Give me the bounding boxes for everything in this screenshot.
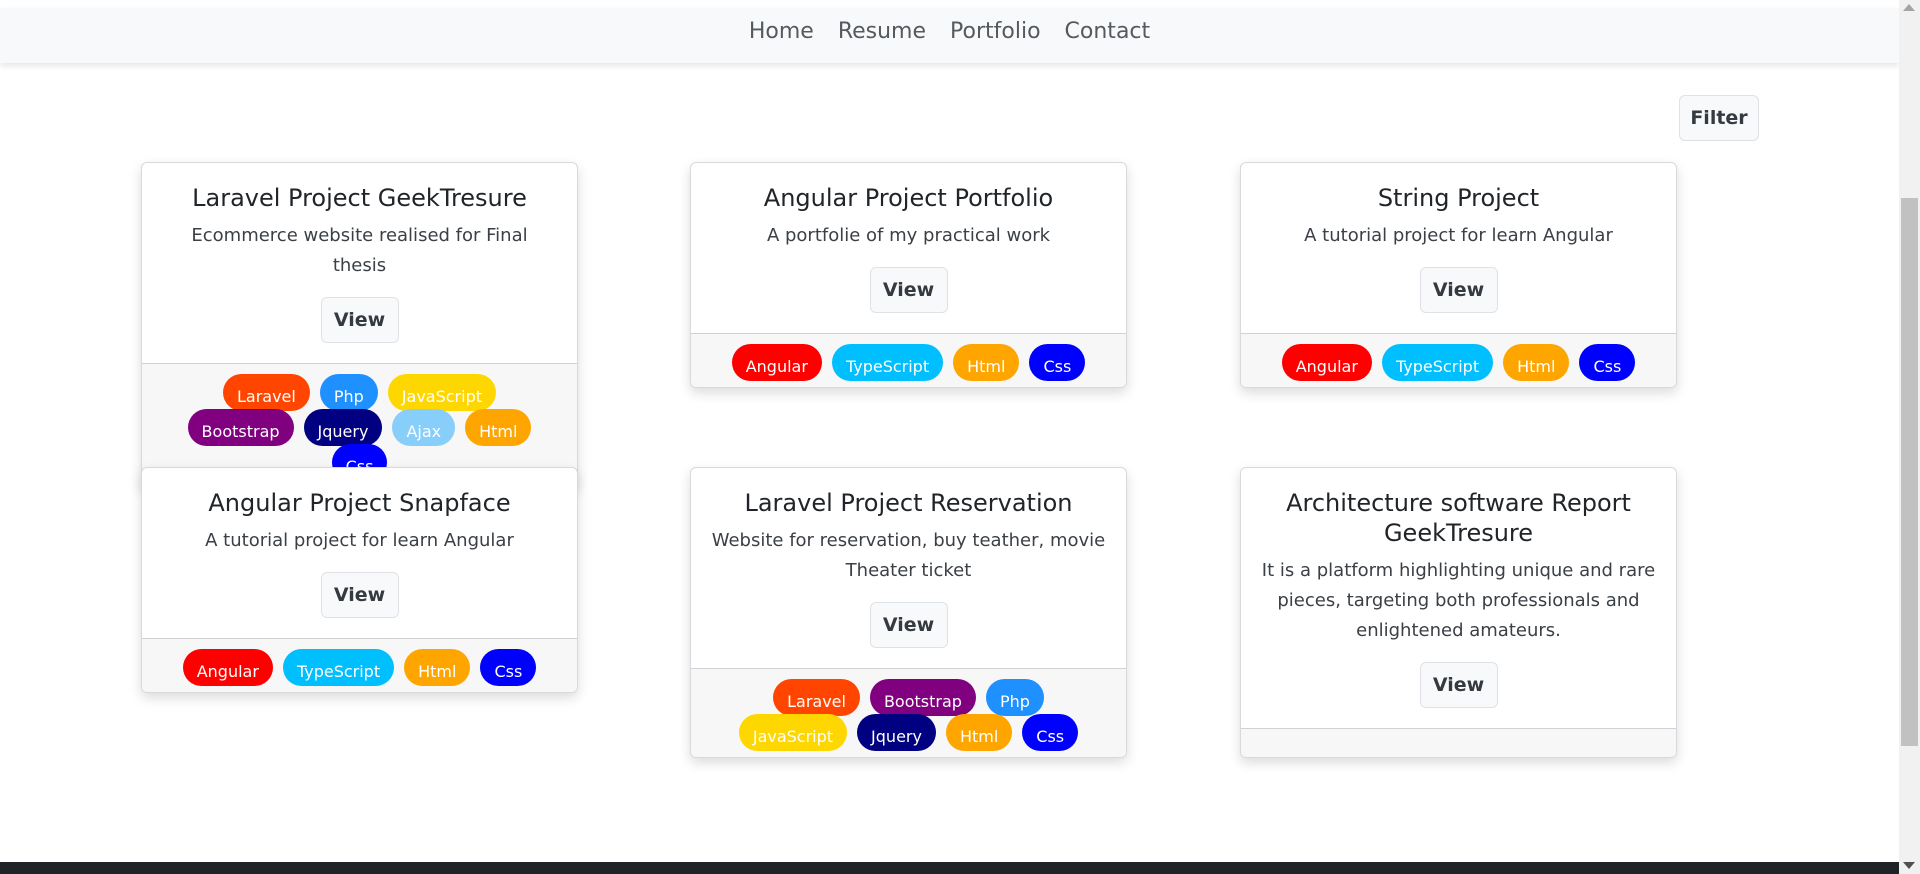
nav-link-resume[interactable]: Resume bbox=[836, 19, 928, 44]
view-button[interactable]: View bbox=[869, 267, 948, 313]
tag-badge: Ajax bbox=[392, 409, 456, 446]
project-card-architecture-report: Architecture software Report GeekTresure… bbox=[1240, 467, 1677, 758]
tag-badge: Css bbox=[1029, 344, 1086, 381]
tag-list: Angular TypeScript Html Css bbox=[142, 638, 577, 692]
card-description: Website for reservation, buy teather, mo… bbox=[711, 530, 1106, 581]
project-card-laravel-reservation: Laravel Project Reservation Website for … bbox=[690, 467, 1127, 758]
tag-badge: Html bbox=[1503, 344, 1570, 381]
tag-badge: Bootstrap bbox=[869, 679, 976, 716]
tag-badge: Css bbox=[480, 649, 537, 686]
tag-badge: TypeScript bbox=[831, 344, 944, 381]
card-description: It is a platform highlighting unique and… bbox=[1261, 560, 1656, 641]
tag-list bbox=[1241, 728, 1676, 757]
card-title: Architecture software Report GeekTresure bbox=[1286, 489, 1631, 547]
nav-link-portfolio[interactable]: Portfolio bbox=[948, 19, 1043, 44]
project-card-string-project: String Project A tutorial project for le… bbox=[1240, 162, 1677, 388]
card-title: Laravel Project Reservation bbox=[744, 489, 1073, 517]
card-body: Architecture software Report GeekTresure… bbox=[1241, 468, 1676, 728]
tag-badge: TypeScript bbox=[282, 649, 395, 686]
project-card-angular-portfolio: Angular Project Portfolio A portfolie of… bbox=[690, 162, 1127, 388]
card-description: A tutorial project for learn Angular bbox=[1304, 225, 1613, 246]
tag-badge: Php bbox=[319, 374, 378, 411]
card-description: A tutorial project for learn Angular bbox=[205, 530, 514, 551]
vertical-scrollbar[interactable] bbox=[1899, 0, 1920, 874]
card-title: Angular Project Portfolio bbox=[763, 184, 1054, 212]
card-description: A portfolie of my practical work bbox=[766, 225, 1051, 246]
scrollbar-thumb[interactable] bbox=[1901, 198, 1918, 746]
card-description: Ecommerce website realised for Final the… bbox=[191, 225, 528, 276]
tag-list: Laravel Bootstrap Php JavaScript Jquery … bbox=[691, 668, 1126, 757]
card-title: String Project bbox=[1377, 184, 1540, 212]
view-button[interactable]: View bbox=[869, 602, 948, 648]
view-button[interactable]: View bbox=[320, 572, 399, 618]
tag-list: Angular TypeScript Html Css bbox=[1241, 333, 1676, 387]
tag-badge: Jquery bbox=[857, 714, 936, 751]
view-button[interactable]: View bbox=[320, 297, 399, 343]
tag-badge: Bootstrap bbox=[187, 409, 294, 446]
card-body: Laravel Project GeekTresure Ecommerce we… bbox=[142, 163, 577, 363]
tag-badge: Html bbox=[465, 409, 532, 446]
footer-bar bbox=[0, 862, 1899, 874]
tag-badge: Angular bbox=[1281, 344, 1372, 381]
tag-badge: Laravel bbox=[222, 374, 310, 411]
tag-badge: Jquery bbox=[303, 409, 383, 446]
nav-link-home[interactable]: Home bbox=[747, 19, 816, 44]
tag-badge: Angular bbox=[731, 344, 822, 381]
view-button[interactable]: View bbox=[1419, 662, 1498, 708]
card-title: Angular Project Snapface bbox=[208, 489, 511, 517]
tag-badge: Html bbox=[945, 714, 1013, 751]
view-button[interactable]: View bbox=[1419, 267, 1498, 313]
tag-badge: Html bbox=[404, 649, 471, 686]
card-body: Angular Project Portfolio A portfolie of… bbox=[691, 163, 1126, 333]
scroll-down-arrow-icon[interactable] bbox=[1903, 862, 1915, 869]
tag-badge: Laravel bbox=[773, 679, 860, 716]
tag-badge: Css bbox=[1022, 714, 1079, 751]
scroll-up-arrow-icon[interactable] bbox=[1903, 4, 1915, 11]
project-card-angular-snapface: Angular Project Snapface A tutorial proj… bbox=[141, 467, 578, 693]
card-title: Laravel Project GeekTresure bbox=[192, 184, 527, 212]
filter-button[interactable]: Filter bbox=[1679, 95, 1759, 141]
tag-badge: Css bbox=[1579, 344, 1636, 381]
tag-badge: JavaScript bbox=[387, 374, 496, 411]
tag-badge: JavaScript bbox=[738, 714, 848, 751]
tag-badge: TypeScript bbox=[1381, 344, 1494, 381]
top-navbar: Home Resume Portfolio Contact bbox=[0, 8, 1899, 63]
tag-badge: Angular bbox=[182, 649, 273, 686]
tag-badge: Html bbox=[953, 344, 1020, 381]
card-body: Angular Project Snapface A tutorial proj… bbox=[142, 468, 577, 638]
card-body: String Project A tutorial project for le… bbox=[1241, 163, 1676, 333]
project-card-laravel-geektresure: Laravel Project GeekTresure Ecommerce we… bbox=[141, 162, 578, 488]
page-viewport: Home Resume Portfolio Contact Filter Lar… bbox=[0, 0, 1920, 874]
tag-list: Angular TypeScript Html Css bbox=[691, 333, 1126, 387]
tag-badge: Php bbox=[985, 679, 1044, 716]
card-body: Laravel Project Reservation Website for … bbox=[691, 468, 1126, 668]
nav-link-contact[interactable]: Contact bbox=[1063, 19, 1153, 44]
